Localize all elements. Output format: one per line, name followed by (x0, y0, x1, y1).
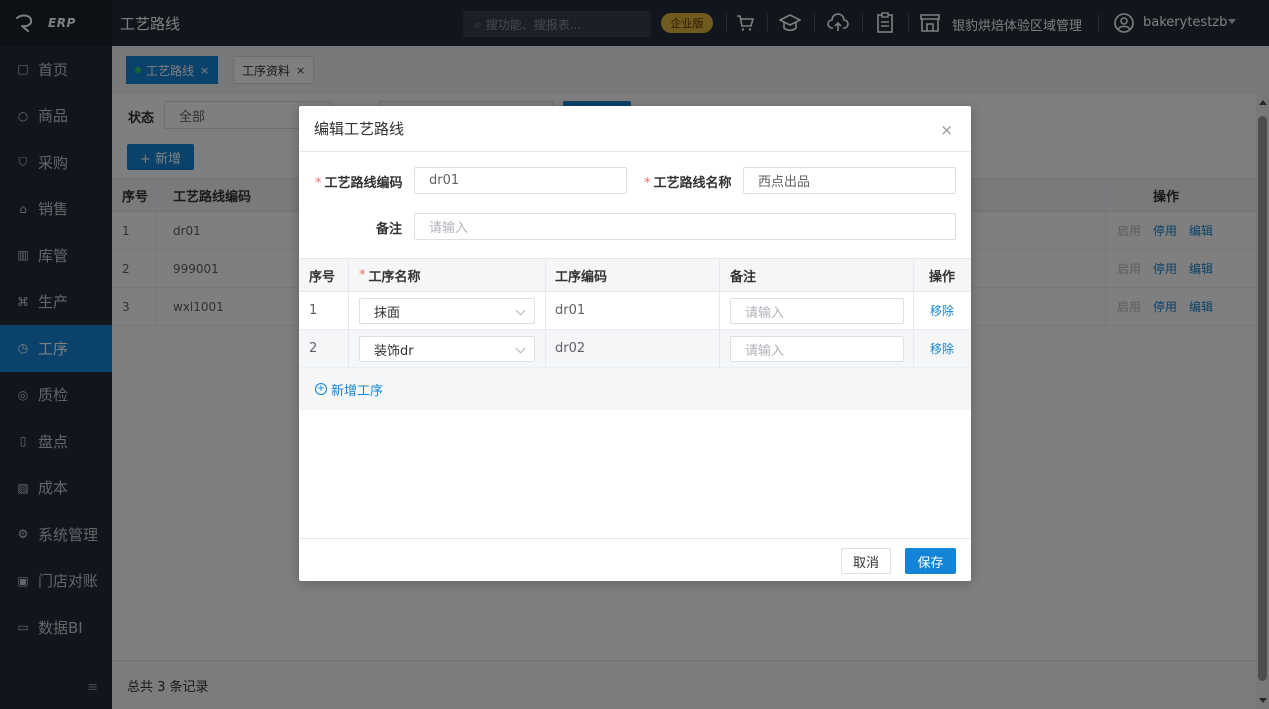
table-body: 1 抹面 dr01 请输入 移除 2 装饰dr dr02 请输入 移除 (299, 292, 971, 368)
step-remark-placeholder: 请输入 (745, 305, 785, 321)
route-code-value: dr01 (429, 173, 460, 188)
save-button[interactable]: 保存 (905, 548, 956, 574)
step-name-value: 抹面 (374, 305, 401, 321)
header-actions: 操作 (929, 269, 956, 285)
required-mark: * (359, 267, 366, 283)
required-mark: * (315, 176, 322, 191)
header-no: 序号 (309, 269, 336, 285)
remark-label: 备注 (376, 222, 403, 237)
column-divider (348, 259, 349, 291)
table-header: 序号 * 工序名称 工序编码 备注 操作 (299, 258, 971, 292)
table-row: 1 抹面 dr01 请输入 移除 (299, 292, 971, 330)
step-remark-input[interactable]: 请输入 (730, 298, 904, 324)
step-code: dr01 (555, 303, 586, 318)
route-name-input[interactable]: 西点出品 (743, 167, 956, 194)
remark-placeholder: 请输入 (429, 221, 469, 236)
add-circle-icon: + (315, 383, 327, 395)
process-steps-table: 序号 * 工序名称 工序编码 备注 操作 1 抹面 dr01 请输入 移除 2 装饰dr dr0… (299, 258, 971, 368)
route-code-label: * 工艺路线编码 (315, 172, 403, 191)
chevron-down-icon (515, 343, 526, 354)
dialog-footer: 取消 保存 (299, 538, 971, 581)
route-name-value: 西点出品 (758, 175, 811, 190)
cancel-button[interactable]: 取消 (841, 548, 891, 574)
step-name-select[interactable]: 抹面 (359, 298, 535, 324)
column-divider (545, 292, 546, 329)
column-divider (913, 259, 914, 291)
step-name-value: 装饰dr (374, 343, 414, 359)
route-name-label: * 工艺路线名称 (644, 172, 732, 191)
remove-link[interactable]: 移除 (930, 340, 954, 357)
row-no: 1 (309, 303, 318, 318)
dialog-header: 编辑工艺路线 × (299, 106, 971, 152)
route-code-input[interactable]: dr01 (414, 167, 627, 194)
header-step-name-text: 工序名称 (368, 269, 421, 285)
remove-link[interactable]: 移除 (930, 302, 954, 319)
dialog-title: 编辑工艺路线 (314, 120, 405, 138)
step-name-select[interactable]: 装饰dr (359, 336, 535, 362)
chevron-down-icon (515, 305, 526, 316)
header-step-name: * 工序名称 (359, 259, 421, 291)
column-divider (348, 292, 349, 329)
column-divider (545, 259, 546, 291)
header-remark: 备注 (730, 269, 757, 285)
column-divider (719, 330, 720, 367)
step-code: dr02 (555, 341, 586, 356)
header-step-code: 工序编码 (555, 269, 608, 285)
route-name-label-text: 工艺路线名称 (653, 176, 732, 191)
edit-process-route-dialog: 编辑工艺路线 × * 工艺路线编码 dr01 * 工艺路线名称 西点出品 备注 请输… (299, 106, 971, 581)
row-no: 2 (309, 341, 318, 356)
column-divider (913, 292, 914, 329)
column-divider (348, 330, 349, 367)
table-row: 2 装饰dr dr02 请输入 移除 (299, 330, 971, 368)
step-remark-placeholder: 请输入 (745, 343, 785, 359)
add-step-button[interactable]: + 新增工序 (299, 368, 971, 410)
column-divider (545, 330, 546, 367)
column-divider (913, 330, 914, 367)
route-code-label-text: 工艺路线编码 (324, 176, 403, 191)
required-mark: * (644, 176, 651, 191)
remark-input[interactable]: 请输入 (414, 213, 956, 240)
close-icon[interactable]: × (940, 121, 953, 139)
column-divider (719, 292, 720, 329)
step-remark-input[interactable]: 请输入 (730, 336, 904, 362)
column-divider (719, 259, 720, 291)
add-step-label: 新增工序 (331, 383, 384, 399)
